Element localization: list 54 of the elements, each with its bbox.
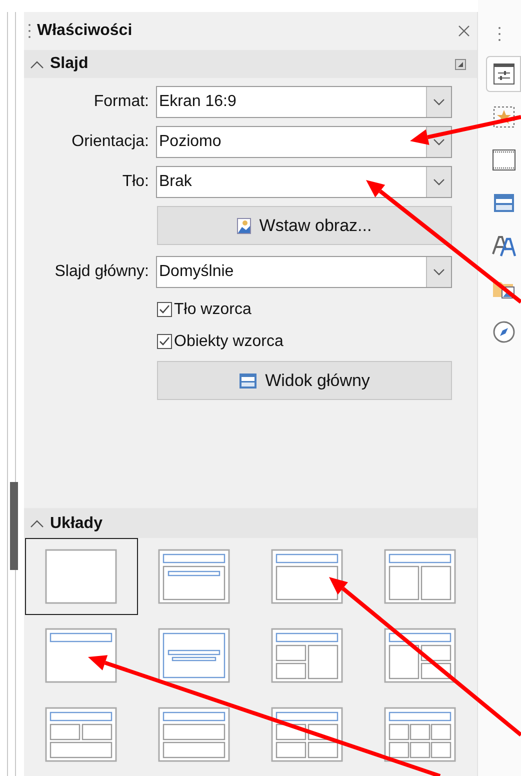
field-label: Orientacja:	[70, 132, 149, 152]
dropdown-value: Ekran 16:9	[158, 92, 238, 112]
dropdown[interactable]: Ekran 16:9	[156, 86, 452, 118]
layout-option[interactable]	[25, 538, 138, 615]
section-title: Układy	[50, 514, 102, 534]
dropdown[interactable]: Poziomo	[156, 126, 452, 158]
insert-image-button[interactable]: Wstaw obraz...	[157, 206, 452, 245]
layout-thumbnail-icon	[45, 628, 118, 683]
dropdown-caret-icon	[433, 98, 445, 106]
dropdown[interactable]: Brak	[156, 166, 452, 198]
dropdown-value: Domyślnie	[158, 262, 235, 282]
styles-icon	[492, 234, 516, 258]
checkbox-option[interactable]: Obiekty wzorca	[157, 330, 452, 353]
dropdown-value: Brak	[158, 172, 193, 192]
layout-thumbnail-icon	[270, 707, 343, 762]
picture-icon	[237, 218, 252, 234]
layout-thumbnail-icon	[270, 549, 343, 604]
dropdown-caret-icon	[433, 178, 445, 186]
panel-title: Właściwości	[37, 21, 134, 41]
master-view-button[interactable]: Widok główny	[157, 361, 452, 400]
dropdown[interactable]: Domyślnie	[156, 256, 452, 288]
checkbox[interactable]	[157, 334, 172, 349]
more-icon[interactable]	[498, 26, 501, 42]
layout-thumbnail-icon	[158, 628, 230, 683]
grip-icon[interactable]	[28, 23, 31, 39]
section-title: Slajd	[50, 54, 90, 74]
scrollbar-thumb[interactable]	[10, 482, 18, 570]
dropdown-caret-icon	[433, 268, 445, 276]
layout-thumbnail-icon	[45, 707, 118, 762]
field-label: Format:	[92, 92, 149, 112]
sidebar-tab[interactable]	[486, 56, 521, 92]
layout-thumbnail-icon	[384, 549, 456, 604]
collapse-chevron-icon[interactable]	[30, 519, 44, 528]
layout-thumbnail-icon	[384, 628, 456, 683]
master-slide-icon	[492, 193, 514, 213]
checkbox-option[interactable]: Tło wzorca	[157, 298, 452, 321]
field-label: Slajd główny:	[54, 262, 149, 282]
layout-thumbnail-icon	[158, 707, 230, 762]
field-label: Tło:	[121, 172, 149, 192]
close-icon[interactable]	[458, 25, 470, 37]
layout-thumbnail-icon	[45, 549, 118, 604]
layout-thumbnail-icon	[384, 707, 456, 762]
more-options-icon[interactable]	[455, 58, 466, 70]
compass-icon	[492, 320, 516, 344]
layout-thumbnail-icon	[158, 549, 230, 604]
dropdown-caret-icon	[433, 138, 445, 146]
filmstrip-icon	[492, 149, 516, 171]
checkbox[interactable]	[157, 302, 172, 317]
layout-thumbnail-icon	[270, 628, 343, 683]
dropdown-value: Poziomo	[158, 132, 222, 152]
properties-icon	[492, 63, 514, 85]
collapse-chevron-icon[interactable]	[30, 60, 44, 68]
master-slide-icon	[239, 372, 258, 388]
star-frame-icon	[492, 105, 516, 129]
